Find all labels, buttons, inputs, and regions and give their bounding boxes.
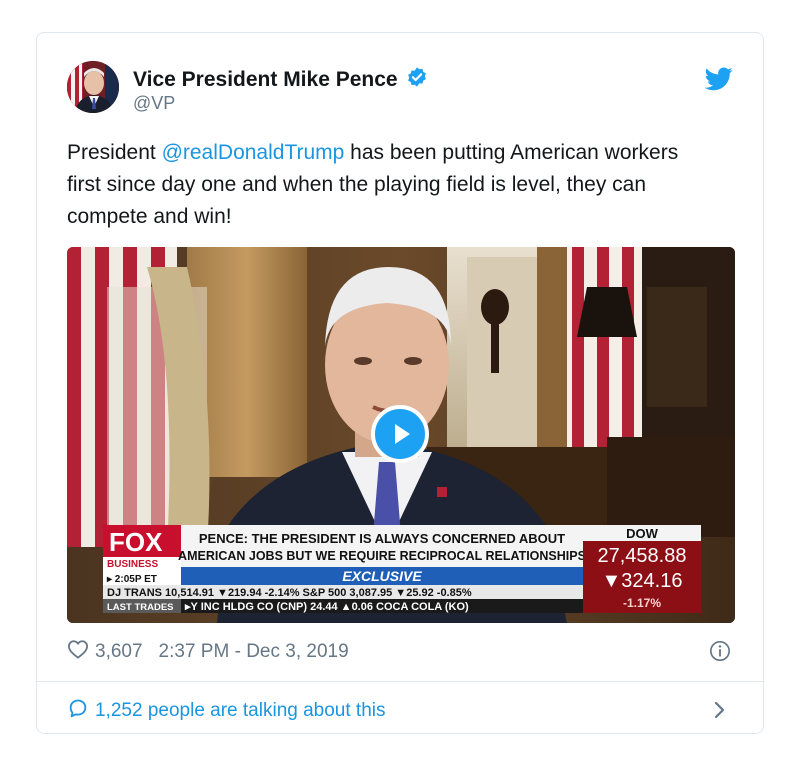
broadcast-time: ▸ 2:05P ET	[106, 574, 157, 585]
heart-icon[interactable]	[67, 639, 89, 665]
chyron-line-1: PENCE: THE PRESIDENT IS ALWAYS CONCERNED…	[199, 531, 565, 546]
chyron-line-2: AMERICAN JOBS BUT WE REQUIRE RECIPROCAL …	[178, 549, 586, 563]
play-icon	[395, 424, 410, 444]
avatar[interactable]	[67, 61, 119, 113]
divider	[37, 681, 763, 682]
ticker-row-2: ▸Y INC HLDG CO (CNP) 24.44 ▲0.06 COCA CO…	[184, 601, 469, 613]
author-name[interactable]: Vice President Mike Pence	[133, 68, 398, 92]
author-name-row[interactable]: Vice President Mike Pence	[133, 66, 428, 93]
exclusive-banner: EXCLUSIVE	[342, 568, 422, 584]
reply-bubble-icon	[67, 697, 89, 725]
conversation-label[interactable]: 1,252 people are talking about this	[95, 700, 386, 722]
dow-change: ▼324.16	[602, 570, 683, 592]
verified-badge-icon	[406, 66, 428, 93]
tweet-text-start: President	[67, 141, 162, 164]
play-button[interactable]	[371, 405, 429, 463]
fox-logo: FOX	[109, 527, 163, 557]
like-count[interactable]: 3,607	[95, 641, 143, 663]
tweet-card: Vice President Mike Pence @VP President …	[36, 32, 764, 734]
dow-label: DOW	[626, 526, 659, 541]
chevron-right-icon[interactable]	[713, 699, 727, 721]
tweet-meta: 3,607 2:37 PM - Dec 3, 2019	[67, 639, 349, 665]
tweet-text: President @realDonaldTrump has been putt…	[67, 137, 707, 233]
author-handle[interactable]: @VP	[133, 93, 175, 114]
tweet-timestamp[interactable]: 2:37 PM - Dec 3, 2019	[159, 641, 349, 663]
dow-percent: -1.17%	[623, 596, 661, 610]
dow-value: 27,458.88	[598, 545, 687, 567]
twitter-bird-icon[interactable]	[704, 67, 733, 91]
mention-link[interactable]: @realDonaldTrump	[162, 141, 345, 164]
last-trades-label: LAST TRADES	[107, 602, 174, 613]
conversation-link[interactable]: 1,252 people are talking about this	[67, 697, 386, 725]
ticker-row-1: DJ TRANS 10,514.91 ▼219.94 -2.14% S&P 50…	[107, 587, 472, 599]
info-icon[interactable]	[709, 640, 731, 662]
fox-business-label: BUSINESS	[107, 559, 158, 570]
